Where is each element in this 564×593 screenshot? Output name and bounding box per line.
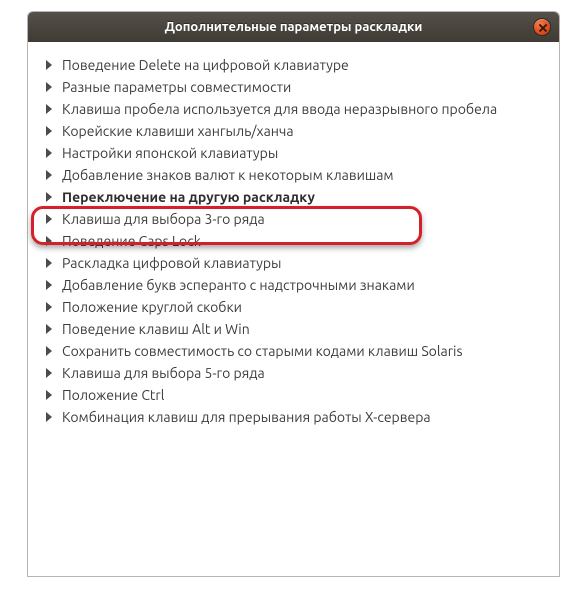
tree-item-label: Раскладка цифровой клавиатуры <box>62 252 281 274</box>
titlebar: Дополнительные параметры раскладки <box>28 12 559 42</box>
expand-icon <box>46 412 52 422</box>
tree-item-label: Разные параметры совместимости <box>62 76 291 98</box>
tree-item[interactable]: Настройки японской клавиатуры <box>46 142 545 164</box>
window-title: Дополнительные параметры раскладки <box>28 20 559 34</box>
tree-item-label: Клавиша для выбора 5-го ряда <box>62 362 265 384</box>
tree-item-label: Добавление букв эсперанто с надстрочными… <box>62 274 415 296</box>
tree-item[interactable]: Сохранить совместимость со старыми кодам… <box>46 340 545 362</box>
close-icon <box>538 23 546 31</box>
tree-item-label: Положение Ctrl <box>62 384 164 406</box>
tree-item[interactable]: Поведение клавиш Alt и Win <box>46 318 545 340</box>
tree-item[interactable]: Поведение Delete на цифровой клавиатуре <box>46 54 545 76</box>
tree-item-label: Поведение клавиш Alt и Win <box>62 318 250 340</box>
expand-icon <box>46 148 52 158</box>
tree-item-label: Клавиша пробела используется для ввода н… <box>62 98 497 120</box>
tree-item-label: Добавление знаков валют к некоторым клав… <box>62 164 394 186</box>
tree-item[interactable]: Положение круглой скобки <box>46 296 545 318</box>
expand-icon <box>46 302 52 312</box>
tree-item-label: Корейские клавиши хангыль/ханча <box>62 120 294 142</box>
tree-item[interactable]: Комбинация клавиш для прерывания работы … <box>46 406 545 428</box>
tree-item[interactable]: Поведение Caps Lock <box>46 230 545 252</box>
tree-item-label: Комбинация клавиш для прерывания работы … <box>62 406 431 428</box>
expand-icon <box>46 390 52 400</box>
expand-icon <box>46 258 52 268</box>
expand-icon <box>46 368 52 378</box>
tree-item[interactable]: Положение Ctrl <box>46 384 545 406</box>
tree-item[interactable]: Корейские клавиши хангыль/ханча <box>46 120 545 142</box>
expand-icon <box>46 126 52 136</box>
expand-icon <box>46 324 52 334</box>
expand-icon <box>46 104 52 114</box>
expand-icon <box>46 82 52 92</box>
dialog-window: Дополнительные параметры раскладки Повед… <box>27 11 560 577</box>
options-list: Поведение Delete на цифровой клавиатуре … <box>28 42 559 576</box>
tree-item[interactable]: Клавиша для выбора 3-го ряда <box>46 208 545 230</box>
tree-item[interactable]: Клавиша для выбора 5-го ряда <box>46 362 545 384</box>
expand-icon <box>46 236 52 246</box>
tree-item-label: Настройки японской клавиатуры <box>62 142 278 164</box>
tree-item-switch-layout[interactable]: Переключение на другую раскладку <box>46 186 545 208</box>
expand-icon <box>46 60 52 70</box>
expand-icon <box>46 280 52 290</box>
close-button[interactable] <box>533 18 551 36</box>
tree-item-label: Переключение на другую раскладку <box>62 186 315 208</box>
tree-item[interactable]: Клавиша пробела используется для ввода н… <box>46 98 545 120</box>
expand-icon <box>46 192 52 202</box>
tree-item[interactable]: Раскладка цифровой клавиатуры <box>46 252 545 274</box>
tree-item-label: Сохранить совместимость со старыми кодам… <box>62 340 463 362</box>
screenshot-frame: Дополнительные параметры раскладки Повед… <box>0 0 564 593</box>
tree-item-label: Поведение Delete на цифровой клавиатуре <box>62 54 349 76</box>
expand-icon <box>46 170 52 180</box>
tree-item-label: Положение круглой скобки <box>62 296 242 318</box>
expand-icon <box>46 346 52 356</box>
tree-item-label: Клавиша для выбора 3-го ряда <box>62 208 265 230</box>
tree-item-label: Поведение Caps Lock <box>62 230 201 252</box>
tree-item[interactable]: Добавление знаков валют к некоторым клав… <box>46 164 545 186</box>
expand-icon <box>46 214 52 224</box>
tree-item[interactable]: Добавление букв эсперанто с надстрочными… <box>46 274 545 296</box>
tree-item[interactable]: Разные параметры совместимости <box>46 76 545 98</box>
